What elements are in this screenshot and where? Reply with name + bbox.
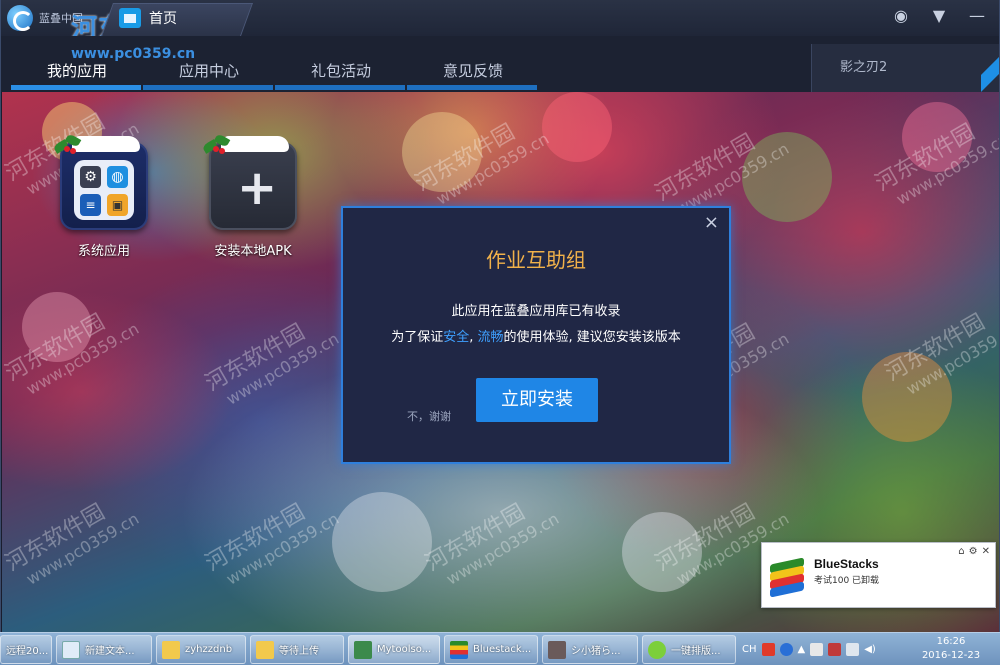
- nav-indicator: [407, 85, 537, 90]
- bluestacks-stack-icon: [770, 557, 804, 598]
- close-icon[interactable]: ✕: [982, 546, 990, 557]
- taskbar-item-label: Bluestack...: [473, 644, 532, 655]
- clock-time: 16:26: [936, 636, 966, 647]
- close-icon[interactable]: ×: [704, 214, 719, 232]
- taskbar-item[interactable]: zyhzzdnb: [156, 635, 246, 664]
- nav-my-apps[interactable]: 我的应用: [11, 36, 143, 92]
- image-viewer-icon: [354, 640, 372, 659]
- install-apk-label: 安装本地APK: [214, 244, 292, 259]
- nav-tabs: 我的应用 应用中心 礼包活动 意见反馈: [11, 36, 539, 92]
- dialog-message-2: 为了保证安全, 流畅的使用体验, 建议您安装该版本: [391, 330, 681, 345]
- taskbar-item[interactable]: 远程20...: [0, 635, 52, 664]
- watermark-url: www.pc0359.cn: [71, 46, 196, 62]
- system-apps-icon: ⚙ ◍ ≡ ▣: [52, 133, 148, 230]
- notification-message: 考试100 已卸载: [814, 576, 880, 586]
- window-controls: ◉ ▼ —: [891, 6, 987, 26]
- taskbar-item-active[interactable]: Mytoolso...: [348, 635, 440, 664]
- taskbar-item[interactable]: 等待上传: [250, 635, 344, 664]
- nav-indicator: [275, 85, 405, 90]
- bluestacks-notification[interactable]: BlueStacks 考试100 已卸载 ⌂ ⚙ ✕: [761, 542, 996, 608]
- system-apps-label: 系统应用: [77, 244, 130, 259]
- tab-home-label: 首页: [149, 11, 177, 27]
- game-tab-stripe: [981, 44, 999, 92]
- taskbar-item-label: 一键排版...: [671, 646, 721, 657]
- pin-icon[interactable]: ⌂: [958, 546, 964, 557]
- network-icon[interactable]: [846, 643, 860, 656]
- bluestacks-window: 蓝叠中国 河东软件园 首页 ◉ ▼ — 我的应用 应用中心 礼包活动: [0, 0, 1000, 632]
- volume-icon[interactable]: ◀): [864, 644, 876, 655]
- taskbar-item-label: zyhzzdnb: [185, 644, 233, 655]
- taskbar-item-label: シ小猪ら...: [571, 646, 621, 657]
- title-bar: 蓝叠中国 河东软件园 首页 ◉ ▼ —: [1, 0, 999, 44]
- windows-taskbar: 远程20... 新建文本... zyhzzdnb 等待上传 Mytoolso..…: [0, 632, 1000, 665]
- taskbar-item[interactable]: 一键排版...: [642, 635, 736, 664]
- folder-icon: [256, 640, 274, 659]
- nav-gift-events-label: 礼包活动: [310, 62, 371, 80]
- decline-link[interactable]: 不，谢谢: [407, 408, 451, 424]
- bluestacks-logo-icon: [7, 5, 33, 31]
- nav-bar: 我的应用 应用中心 礼包活动 意见反馈 影之刃2: [1, 36, 999, 92]
- layout-tool-icon: [648, 640, 666, 659]
- install-now-button[interactable]: 立即安装: [476, 378, 598, 422]
- game-tab[interactable]: 影之刃2: [811, 44, 999, 92]
- minimize-icon[interactable]: —: [967, 6, 987, 26]
- taskbar-item[interactable]: シ小猪ら...: [542, 635, 638, 664]
- notification-title: BlueStacks: [814, 557, 879, 571]
- clock[interactable]: 16:26 2016-12-23: [918, 635, 984, 663]
- nav-my-apps-label: 我的应用: [46, 62, 107, 80]
- nav-feedback[interactable]: 意见反馈: [407, 36, 539, 92]
- game-tab-label: 影之刃2: [840, 60, 888, 75]
- taskbar-item-label: 新建文本...: [85, 646, 135, 657]
- app-install-local-apk[interactable]: + 安装本地APK: [198, 133, 308, 259]
- tab-home-content[interactable]: 首页: [119, 8, 177, 28]
- notification-controls: ⌂ ⚙ ✕: [958, 546, 990, 557]
- notepad-icon: [62, 640, 80, 659]
- security-icon[interactable]: [828, 643, 842, 656]
- install-apk-icon: +: [201, 133, 297, 230]
- bluestacks-icon: [450, 640, 468, 659]
- nav-app-center-label: 应用中心: [178, 62, 239, 80]
- taskbar-item-label: 远程20...: [6, 646, 49, 657]
- flag-icon[interactable]: [810, 643, 824, 656]
- settings-icon[interactable]: ⚙: [969, 546, 978, 557]
- plus-icon: +: [237, 160, 278, 216]
- taskbar-item[interactable]: 新建文本...: [56, 635, 152, 664]
- menu-dropdown-icon[interactable]: ▼: [929, 6, 949, 26]
- system-tray: CH ▲ ◀): [742, 637, 876, 662]
- taskbar-item-label: 等待上传: [279, 646, 319, 657]
- sogou-input-icon[interactable]: [761, 643, 775, 656]
- home-icon: [119, 8, 141, 28]
- help-icon[interactable]: [779, 643, 793, 656]
- dialog-title: 作业互助组: [486, 248, 586, 272]
- nav-app-center[interactable]: 应用中心: [143, 36, 275, 92]
- tray-expand-icon[interactable]: ▲: [798, 644, 806, 655]
- taskbar-item-label: Mytoolso...: [377, 644, 432, 655]
- account-icon[interactable]: ◉: [891, 6, 911, 26]
- language-indicator[interactable]: CH: [742, 644, 757, 655]
- clock-date: 2016-12-23: [921, 650, 981, 661]
- install-prompt-dialog: × 作业互助组 此应用在蓝叠应用库已有收录 为了保证安全, 流畅的使用体验, 建…: [341, 206, 731, 464]
- nav-feedback-label: 意见反馈: [442, 62, 503, 80]
- nav-gift-events[interactable]: 礼包活动: [275, 36, 407, 92]
- avatar-icon: [548, 640, 566, 659]
- nav-indicator: [143, 85, 273, 90]
- app-system-apps[interactable]: ⚙ ◍ ≡ ▣ 系统应用: [49, 133, 159, 259]
- folder-icon: [162, 640, 180, 659]
- taskbar-item[interactable]: Bluestack...: [444, 635, 538, 664]
- nav-indicator: [11, 85, 141, 90]
- dialog-message-1: 此应用在蓝叠应用库已有收录: [451, 304, 621, 319]
